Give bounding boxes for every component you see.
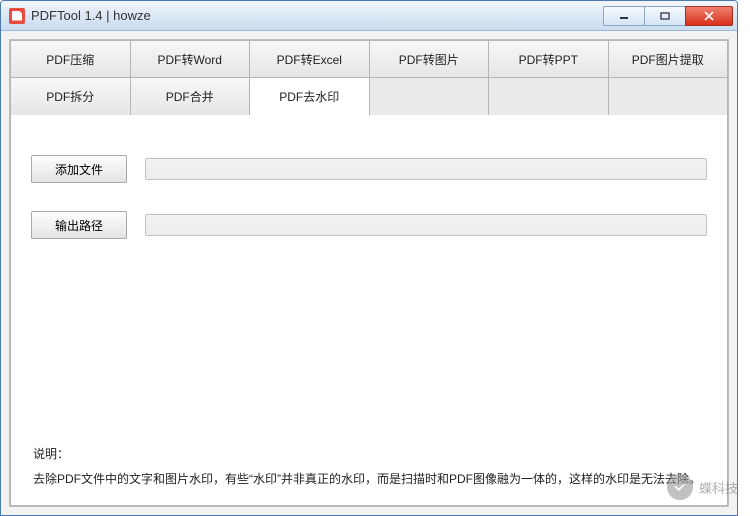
- tabs-row-1: PDF压缩 PDF转Word PDF转Excel PDF转图片 PDF转PPT …: [10, 40, 728, 78]
- tab-label: PDF去水印: [279, 88, 339, 105]
- tab-pdf-merge[interactable]: PDF合并: [131, 78, 251, 116]
- tab-label: PDF合并: [166, 88, 214, 105]
- tab-pdf-remove-watermark[interactable]: PDF去水印: [250, 78, 370, 116]
- tab-pdf-to-ppt[interactable]: PDF转PPT: [489, 40, 609, 78]
- description-block: 说明： 去除PDF文件中的文字和图片水印，有些“水印”并非真正的水印，而是扫描时…: [31, 445, 707, 495]
- titlebar[interactable]: PDFTool 1.4 | howze: [1, 1, 737, 31]
- maximize-icon: [660, 12, 670, 20]
- tabs-row-2: PDF拆分 PDF合并 PDF去水印: [10, 78, 728, 116]
- output-path-field[interactable]: [145, 214, 707, 236]
- spacer: [31, 267, 707, 445]
- tab-content: 添加文件 输出路径 说明： 去除PDF文件中的文字和图片水印，有些“水印”并非真…: [10, 115, 728, 506]
- output-path-button[interactable]: 输出路径: [31, 211, 127, 239]
- maximize-button[interactable]: [644, 6, 686, 26]
- tab-pdf-split[interactable]: PDF拆分: [10, 78, 131, 116]
- add-file-button[interactable]: 添加文件: [31, 155, 127, 183]
- tab-label: PDF压缩: [46, 51, 94, 68]
- tab-pdf-to-image[interactable]: PDF转图片: [370, 40, 490, 78]
- tab-label: PDF拆分: [46, 88, 94, 105]
- add-file-row: 添加文件: [31, 155, 707, 183]
- window-controls: [604, 6, 733, 26]
- app-icon: [9, 8, 25, 24]
- minimize-button[interactable]: [603, 6, 645, 26]
- tab-label: PDF转Word: [158, 51, 222, 68]
- tab-pdf-to-word[interactable]: PDF转Word: [131, 40, 251, 78]
- tab-label: PDF转PPT: [519, 51, 578, 68]
- tab-label: PDF转Excel: [277, 51, 342, 68]
- tab-pdf-to-excel[interactable]: PDF转Excel: [250, 40, 370, 78]
- tab-empty: [489, 78, 609, 116]
- add-file-field[interactable]: [145, 158, 707, 180]
- tab-empty: [370, 78, 490, 116]
- tab-empty: [609, 78, 729, 116]
- description-label: 说明：: [33, 445, 705, 464]
- window-title: PDFTool 1.4 | howze: [31, 8, 604, 23]
- inner-panel: PDF压缩 PDF转Word PDF转Excel PDF转图片 PDF转PPT …: [9, 39, 729, 507]
- button-label: 添加文件: [55, 161, 103, 178]
- tab-pdf-extract-image[interactable]: PDF图片提取: [609, 40, 729, 78]
- close-button[interactable]: [685, 6, 733, 26]
- tab-label: PDF图片提取: [632, 51, 704, 68]
- close-icon: [703, 11, 715, 21]
- description-text: 去除PDF文件中的文字和图片水印，有些“水印”并非真正的水印，而是扫描时和PDF…: [33, 470, 705, 489]
- minimize-icon: [619, 12, 629, 20]
- tab-label: PDF转图片: [399, 51, 459, 68]
- output-path-row: 输出路径: [31, 211, 707, 239]
- tab-pdf-compress[interactable]: PDF压缩: [10, 40, 131, 78]
- app-window: PDFTool 1.4 | howze PDF压缩 PDF转Word PDF转E…: [0, 0, 738, 516]
- button-label: 输出路径: [55, 217, 103, 234]
- content-area: PDF压缩 PDF转Word PDF转Excel PDF转图片 PDF转PPT …: [1, 31, 737, 515]
